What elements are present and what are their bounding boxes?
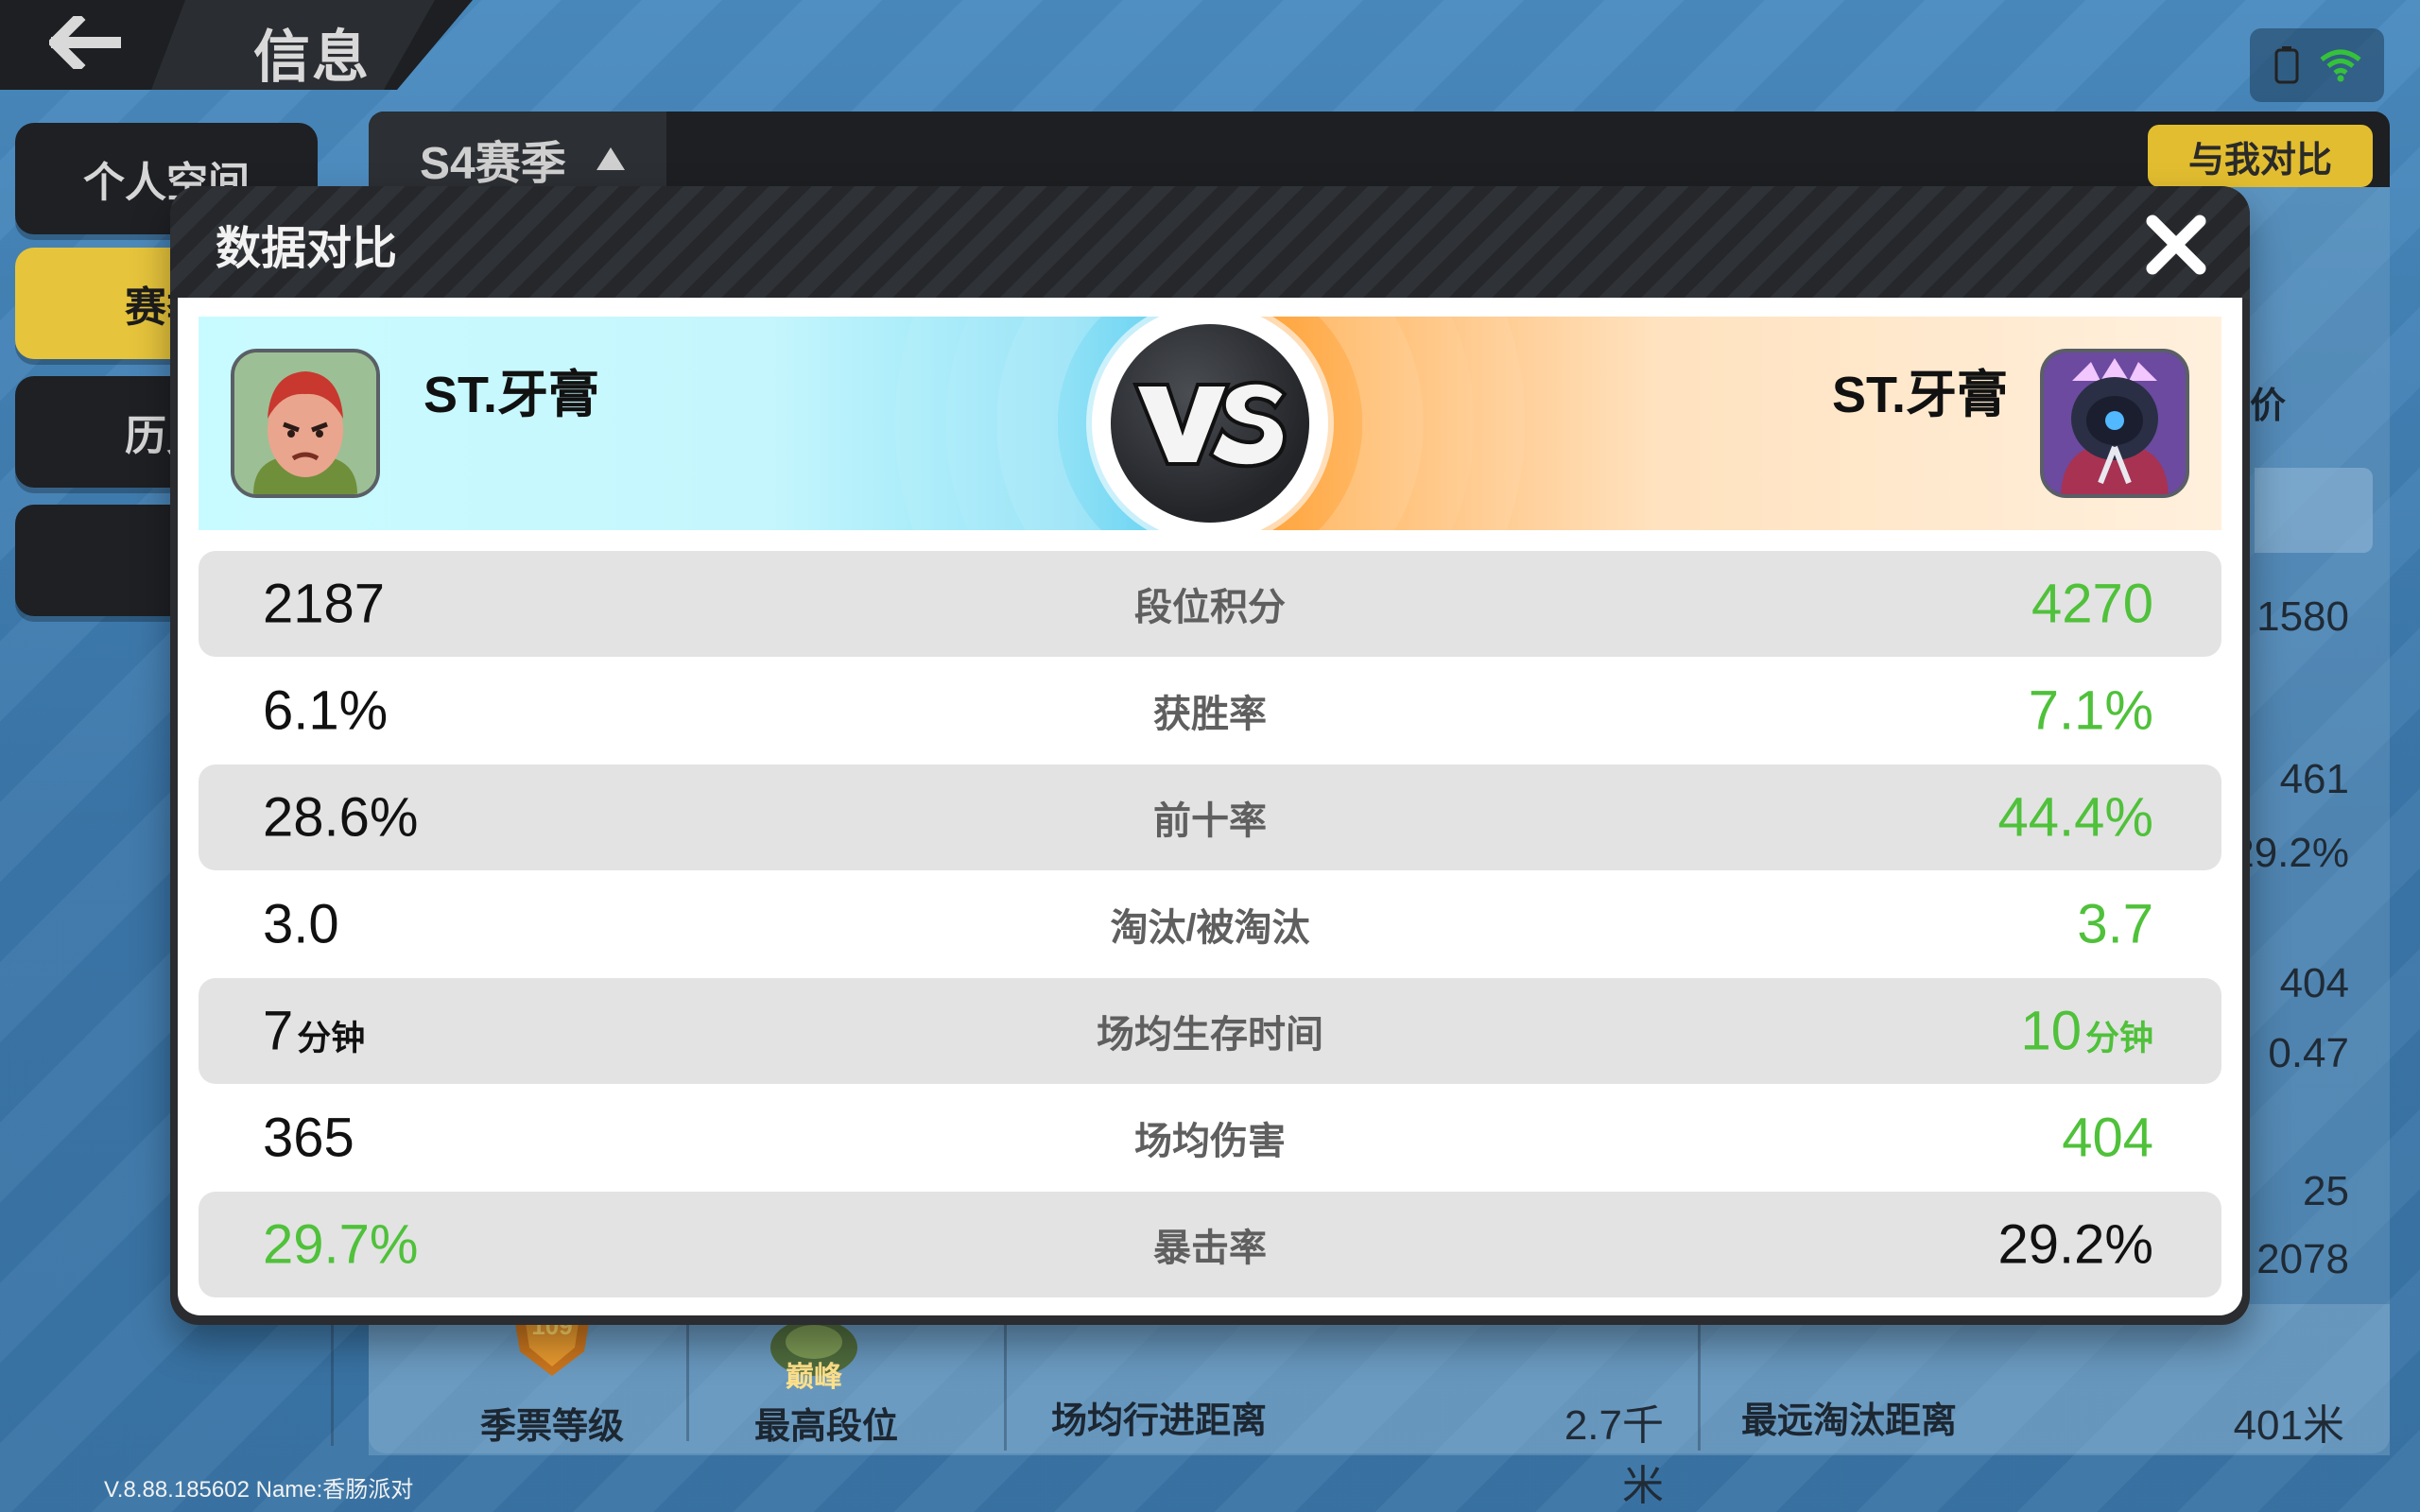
back-button[interactable] [38,9,132,76]
left-player-name: ST.牙膏 [424,367,600,423]
divider [686,1318,689,1441]
row-label: 段位积分 [1134,587,1286,628]
arrow-left-icon [49,16,121,69]
farthest-elim-label: 最远淘汰距离 [1741,1401,1958,1441]
row-label: 场均生存时间 [1097,1014,1323,1056]
wifi-icon [2319,49,2361,82]
bottom-stats-row [369,1304,2390,1455]
modal-title: 数据对比 [216,224,398,274]
version-text: V.8.88.185602 Name:香肠派对 [104,1477,414,1503]
farthest-elim-value: 401米 [2233,1402,2344,1449]
right-value: 404 [2062,1107,2153,1169]
divider [1698,1318,1701,1451]
left-player-avatar [231,349,380,498]
avg-travel-label: 场均行进距离 [1051,1401,1268,1441]
row-label: 暴击率 [1153,1228,1267,1269]
comparison-table: 2187 段位积分 4270 6.1% 获胜率 7.1% 28.6% 前十率 4… [199,551,2221,1298]
season-header-bar [369,112,2390,187]
row-label: 获胜率 [1153,694,1267,735]
table-row: 2187 段位积分 4270 [199,551,2221,657]
row-label: 场均伤害 [1134,1121,1286,1162]
right-value: 29.2% [1997,1213,2153,1276]
status-indicators [2250,28,2384,102]
highest-rank-label: 最高段位 [754,1407,899,1447]
modal-header [170,186,2250,300]
bg-strip [2255,468,2373,553]
table-row: 29.7% 暴击率 29.2% [199,1192,2221,1297]
table-row: 365 场均伤害 404 [199,1085,2221,1191]
season-label: S4赛季 [420,139,566,189]
right-value: 44.4% [1997,786,2153,849]
divider [331,1304,334,1446]
triangle-up-icon [596,147,625,170]
avg-travel-value: 2.7千米 [1564,1402,1664,1509]
right-value: 4270 [2031,573,2153,635]
right-player-name: ST.牙膏 [1831,367,2008,423]
modal-body: ST.牙膏 ST.牙膏 2187 段位积分 4270 6.1% 获胜率 7.1%… [178,298,2242,1315]
close-icon [2146,215,2206,275]
highest-rank-badge-icon: 巅峰 [762,1315,866,1393]
compare-with-me-label: 与我对比 [2187,140,2332,180]
vs-icon [1132,380,1288,469]
season-ticket-label: 季票等级 [480,1407,625,1447]
right-value: 3.7 [2077,893,2153,955]
divider [1004,1318,1007,1451]
vs-banner: ST.牙膏 ST.牙膏 [199,317,2221,530]
right-player-avatar [2040,349,2189,498]
compare-with-me-button[interactable]: 与我对比 [2148,125,2373,187]
highest-rank-badge-text: 巅峰 [786,1362,842,1393]
table-row: 6.1% 获胜率 7.1% [199,658,2221,764]
right-value: 10 分钟 [2020,1000,2153,1062]
data-compare-modal: 数据对比 ST.牙膏 ST.牙膏 2187 段位积分 4270 6.1% 获胜率… [170,186,2250,1325]
row-label: 淘汰/被淘汰 [1110,907,1310,949]
battery-icon [2274,46,2298,84]
right-value: 7.1% [2028,679,2153,742]
bg-partial-label: 价 [2250,387,2287,426]
page-title: 信息 [253,26,371,89]
row-label: 前十率 [1153,800,1267,842]
close-button[interactable] [2138,207,2214,283]
vs-emblem [1092,317,1328,530]
table-row: 3.0 淘汰/被淘汰 3.7 [199,871,2221,977]
table-row: 7 分钟 场均生存时间 10 分钟 [199,978,2221,1084]
table-row: 28.6% 前十率 44.4% [199,765,2221,870]
